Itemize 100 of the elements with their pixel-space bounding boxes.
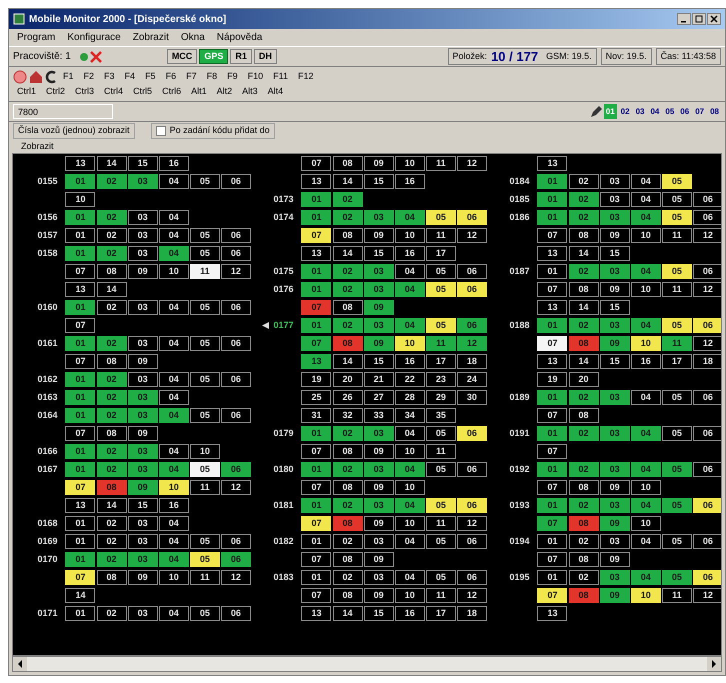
add-checkbox[interactable]: Po zadání kódu přidat do xyxy=(150,123,275,139)
seat-cell[interactable]: 12 xyxy=(456,588,487,603)
seat-cell[interactable]: 04 xyxy=(630,534,661,549)
seat-cell[interactable]: 02 xyxy=(568,318,599,333)
seat-cell[interactable]: 06 xyxy=(456,570,487,585)
seat-cell[interactable]: 05 xyxy=(190,408,220,423)
seat-cell[interactable]: 11 xyxy=(190,480,220,495)
seat-cell[interactable]: 04 xyxy=(158,534,189,549)
seat-cell[interactable]: 11 xyxy=(426,336,456,351)
seat-cell[interactable]: 01 xyxy=(537,318,568,333)
seat-cell[interactable]: 10 xyxy=(630,282,661,297)
line-tab[interactable]: 05 xyxy=(663,104,676,119)
seat-cell[interactable]: 06 xyxy=(692,192,721,207)
horizontal-scrollbar[interactable] xyxy=(12,656,722,672)
seat-cell[interactable]: 10 xyxy=(630,588,661,603)
seat-cell[interactable]: 01 xyxy=(65,246,96,261)
seat-cell[interactable]: 14 xyxy=(65,588,96,603)
seat-cell[interactable]: 02 xyxy=(568,426,599,441)
seat-cell[interactable]: 33 xyxy=(364,408,394,423)
seat-cell[interactable]: 01 xyxy=(301,570,332,585)
seat-cell[interactable]: 04 xyxy=(630,174,661,189)
seat-cell[interactable]: 01 xyxy=(65,228,96,243)
seat-cell[interactable]: 07 xyxy=(301,516,332,531)
seat-cell[interactable]: 16 xyxy=(158,156,189,171)
seat-cell[interactable]: 03 xyxy=(128,246,158,261)
seat-cell[interactable]: 08 xyxy=(96,264,127,279)
seat-cell[interactable]: 06 xyxy=(692,534,721,549)
seat-cell[interactable]: 02 xyxy=(332,462,363,477)
seat-cell[interactable]: 07 xyxy=(65,480,96,495)
seat-cell[interactable]: 11 xyxy=(190,570,220,585)
seat-cell[interactable]: 06 xyxy=(220,336,251,351)
seat-cell[interactable]: 07 xyxy=(301,552,332,567)
seat-cell[interactable]: 08 xyxy=(332,156,363,171)
seat-cell[interactable]: 04 xyxy=(630,318,661,333)
seat-cell[interactable]: 07 xyxy=(301,480,332,495)
seat-cell[interactable]: 03 xyxy=(128,516,158,531)
seat-cell[interactable]: 27 xyxy=(364,390,394,405)
seat-cell[interactable]: 01 xyxy=(537,192,568,207)
mode-toggle[interactable]: DH xyxy=(254,49,277,64)
seat-cell[interactable]: 25 xyxy=(301,390,332,405)
seat-cell[interactable]: 04 xyxy=(158,174,189,189)
seat-cell[interactable]: 08 xyxy=(332,300,363,315)
key-button[interactable]: Ctrl4 xyxy=(100,84,128,99)
seat-cell[interactable]: 03 xyxy=(600,390,630,405)
seat-cell[interactable]: 09 xyxy=(600,516,630,531)
seat-cell[interactable]: 10 xyxy=(630,228,661,243)
seat-cell[interactable]: 05 xyxy=(662,318,692,333)
seat-cell[interactable]: 10 xyxy=(394,444,425,459)
seat-cell[interactable]: 10 xyxy=(394,228,425,243)
seat-cell[interactable]: 14 xyxy=(568,246,599,261)
key-button[interactable]: F1 xyxy=(59,69,78,84)
seat-cell[interactable]: 12 xyxy=(456,516,487,531)
seat-cell[interactable]: 29 xyxy=(426,390,456,405)
seat-cell[interactable]: 05 xyxy=(190,246,220,261)
seat-cell[interactable]: 08 xyxy=(96,570,127,585)
seat-cell[interactable]: 02 xyxy=(332,498,363,513)
seat-cell[interactable]: 06 xyxy=(220,534,251,549)
seat-cell[interactable]: 03 xyxy=(128,552,158,567)
seat-cell[interactable]: 05 xyxy=(426,426,456,441)
seat-cell[interactable]: 03 xyxy=(364,426,394,441)
seat-cell[interactable]: 02 xyxy=(96,174,127,189)
seat-cell[interactable]: 07 xyxy=(537,516,568,531)
seat-cell[interactable]: 01 xyxy=(65,408,96,423)
seat-cell[interactable]: 05 xyxy=(662,210,692,225)
seat-cell[interactable]: 02 xyxy=(96,552,127,567)
seat-cell[interactable]: 09 xyxy=(128,264,158,279)
seat-cell[interactable]: 04 xyxy=(394,534,425,549)
key-button[interactable]: F7 xyxy=(182,69,201,84)
seat-cell[interactable]: 05 xyxy=(662,390,692,405)
seat-cell[interactable]: 09 xyxy=(364,588,394,603)
seat-cell[interactable]: 01 xyxy=(537,174,568,189)
seat-cell[interactable]: 02 xyxy=(568,462,599,477)
seat-cell[interactable]: 05 xyxy=(662,192,692,207)
seat-cell[interactable]: 01 xyxy=(65,534,96,549)
seat-cell[interactable]: 01 xyxy=(65,552,96,567)
line-tab[interactable]: 04 xyxy=(648,104,662,119)
seat-cell[interactable]: 18 xyxy=(456,606,487,621)
seat-cell[interactable]: 05 xyxy=(426,318,456,333)
seat-cell[interactable]: 02 xyxy=(96,336,127,351)
seat-cell[interactable]: 03 xyxy=(600,498,630,513)
seat-cell[interactable]: 15 xyxy=(364,246,394,261)
seat-cell[interactable]: 08 xyxy=(96,426,127,441)
seat-cell[interactable]: 03 xyxy=(128,534,158,549)
key-button[interactable]: Alt2 xyxy=(212,84,236,99)
seat-cell[interactable]: 07 xyxy=(65,354,96,369)
seat-cell[interactable]: 12 xyxy=(692,282,721,297)
seat-cell[interactable]: 05 xyxy=(190,174,220,189)
seat-cell[interactable]: 05 xyxy=(190,552,220,567)
seat-cell[interactable]: 02 xyxy=(96,390,127,405)
seat-cell[interactable]: 19 xyxy=(301,372,332,387)
seat-cell[interactable]: 11 xyxy=(190,264,220,279)
seat-cell[interactable]: 07 xyxy=(65,570,96,585)
seat-cell[interactable]: 04 xyxy=(630,390,661,405)
mode-toggle[interactable]: R1 xyxy=(230,49,252,64)
seat-cell[interactable]: 12 xyxy=(692,228,721,243)
seat-cell[interactable]: 13 xyxy=(65,282,96,297)
seat-cell[interactable]: 03 xyxy=(364,318,394,333)
seat-cell[interactable]: 11 xyxy=(426,444,456,459)
mode-toggle[interactable]: MCC xyxy=(166,49,198,64)
seat-cell[interactable]: 23 xyxy=(426,372,456,387)
